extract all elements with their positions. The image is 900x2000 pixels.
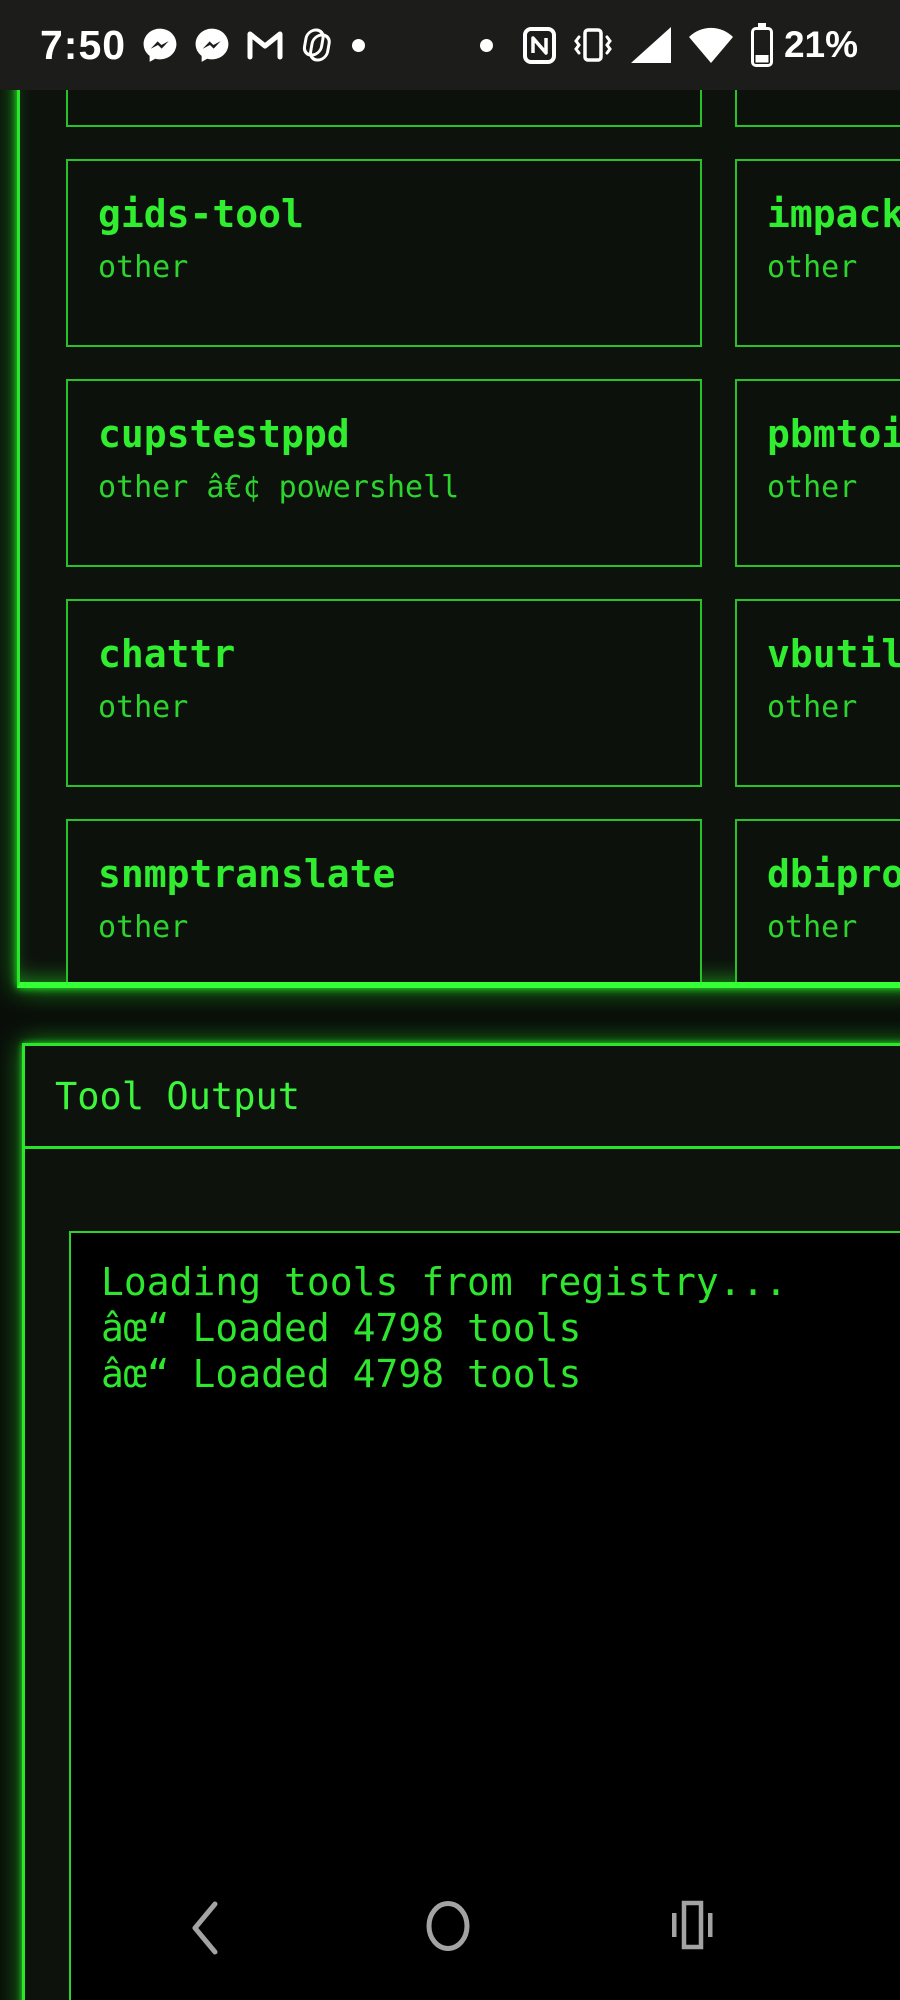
status-bar-right: 21% xyxy=(479,22,858,68)
signal-icon xyxy=(630,27,671,63)
tools-grid: gids-tool other impack other cupstestppd… xyxy=(20,0,900,982)
tool-category: other xyxy=(767,910,858,945)
vibrate-icon xyxy=(574,28,612,62)
nfc-icon xyxy=(522,26,556,64)
tool-category: other xyxy=(98,910,189,945)
status-bar-left: 7:50 xyxy=(40,21,366,69)
tool-category: other xyxy=(98,250,189,285)
tool-card[interactable]: snmptranslate other xyxy=(66,819,702,982)
tool-name: vbutil xyxy=(767,632,900,676)
tool-name: impack xyxy=(767,192,900,236)
battery-percent: 21% xyxy=(783,24,858,65)
messenger-icon xyxy=(143,28,177,62)
tool-name: chattr xyxy=(98,632,236,676)
tool-category: other â€¢ powershell xyxy=(98,470,460,505)
tool-category: other xyxy=(767,470,858,505)
tool-name: cupstestppd xyxy=(98,412,350,456)
tool-card[interactable]: cupstestppd other â€¢ powershell xyxy=(66,379,702,567)
battery-icon xyxy=(750,23,773,67)
wifi-icon xyxy=(688,27,733,63)
copilot-icon xyxy=(302,28,331,62)
status-bar: 7:50 21% xyxy=(0,0,900,90)
tool-card[interactable]: dbipro other xyxy=(735,819,900,982)
tool-name: pbmtoi xyxy=(767,412,900,456)
tool-output-header: Tool Output xyxy=(25,1046,900,1149)
gmail-icon xyxy=(247,31,283,60)
terminal-line: âœ“ Loaded 4798 tools xyxy=(101,1352,582,1396)
tool-category: other xyxy=(98,690,189,725)
back-button[interactable] xyxy=(189,1898,221,1958)
tool-card[interactable]: chattr other xyxy=(66,599,702,787)
tool-card[interactable]: impack other xyxy=(735,159,900,347)
tool-name: snmptranslate xyxy=(98,852,396,896)
android-nav-bar xyxy=(0,1870,900,2000)
tools-panel: gids-tool other impack other cupstestppd… xyxy=(17,0,900,988)
tool-output-title: Tool Output xyxy=(55,1074,301,1118)
tool-name: gids-tool xyxy=(98,192,304,236)
tool-name: dbipro xyxy=(767,852,900,896)
terminal-line: âœ“ Loaded 4798 tools xyxy=(101,1306,582,1350)
tool-card[interactable]: vbutil other xyxy=(735,599,900,787)
tool-card[interactable]: gids-tool other xyxy=(66,159,702,347)
tool-category: other xyxy=(767,250,858,285)
home-button[interactable] xyxy=(424,1898,472,1954)
notification-dot xyxy=(352,38,366,52)
terminal-line: Loading tools from registry... xyxy=(101,1260,788,1304)
phone-screen: 7:50 21% gids-tool other impack other cu… xyxy=(0,0,900,2000)
clock: 7:50 xyxy=(40,21,127,68)
status-dot xyxy=(479,38,493,52)
recents-button[interactable] xyxy=(670,1898,714,1952)
tool-category: other xyxy=(767,690,858,725)
tool-card[interactable]: pbmtoi other xyxy=(735,379,900,567)
tool-output-panel: Tool Output Loading tools from registry.… xyxy=(22,1043,900,2000)
messenger-icon xyxy=(195,28,229,62)
